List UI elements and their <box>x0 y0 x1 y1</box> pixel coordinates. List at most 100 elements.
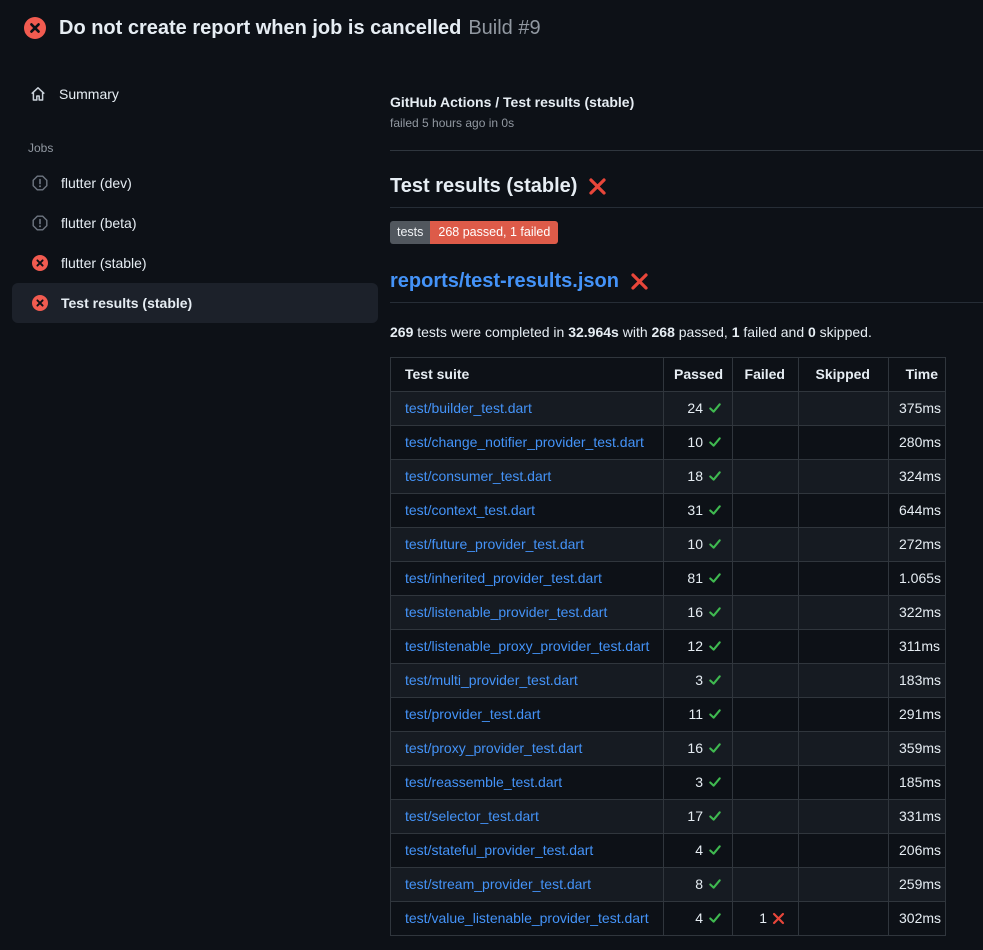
passed-value: 10 <box>687 536 703 552</box>
time-value: 1.065s <box>899 570 941 586</box>
col-header-failed: Failed <box>733 357 799 391</box>
results-table: Test suite Passed Failed Skipped Time te… <box>390 357 946 936</box>
table-row: test/listenable_proxy_provider_test.dart… <box>391 629 946 663</box>
test-suite-link[interactable]: test/inherited_provider_test.dart <box>405 570 602 586</box>
skipped-count: 0 <box>808 324 816 340</box>
passed-value: 18 <box>687 468 703 484</box>
section-heading: Test results (stable) <box>390 175 983 208</box>
run-failed-icon <box>24 17 46 39</box>
build-number: Build #9 <box>468 17 540 40</box>
passed-value: 4 <box>695 910 703 926</box>
table-row: test/stream_provider_test.dart 8 259ms <box>391 867 946 901</box>
time-value: 322ms <box>899 604 941 620</box>
test-suite-link[interactable]: test/context_test.dart <box>405 502 535 518</box>
report-link[interactable]: reports/test-results.json <box>390 270 619 293</box>
section-title: Test results (stable) <box>390 175 577 198</box>
test-suite-link[interactable]: test/listenable_proxy_provider_test.dart <box>405 638 649 654</box>
table-row: test/future_provider_test.dart 10 272ms <box>391 527 946 561</box>
test-suite-link[interactable]: test/consumer_test.dart <box>405 468 551 484</box>
test-suite-link[interactable]: test/selector_test.dart <box>405 808 539 824</box>
table-row: test/inherited_provider_test.dart 81 1.0… <box>391 561 946 595</box>
check-icon <box>708 469 722 483</box>
test-suite-link[interactable]: test/reassemble_test.dart <box>405 774 562 790</box>
sidebar-item-flutter-beta[interactable]: flutter (beta) <box>12 203 378 243</box>
sidebar-item-flutter-dev[interactable]: flutter (dev) <box>12 163 378 203</box>
table-row: test/selector_test.dart 17 331ms <box>391 799 946 833</box>
summary-label: Summary <box>59 86 119 102</box>
check-icon <box>708 911 722 925</box>
check-icon <box>708 639 722 653</box>
passed-count: 268 <box>652 324 675 340</box>
test-suite-link[interactable]: test/value_listenable_provider_test.dart <box>405 910 649 926</box>
check-icon <box>708 707 722 721</box>
time-value: 644ms <box>899 502 941 518</box>
table-row: test/reassemble_test.dart 3 185ms <box>391 765 946 799</box>
tests-badge: tests 268 passed, 1 failed <box>390 221 558 244</box>
test-suite-link[interactable]: test/provider_test.dart <box>405 706 540 722</box>
time-value: 375ms <box>899 400 941 416</box>
job-label: flutter (dev) <box>61 175 132 191</box>
check-run-content: GitHub Actions / Test results (stable) f… <box>390 56 983 936</box>
passed-value: 10 <box>687 434 703 450</box>
sidebar-item-test-results-stable[interactable]: Test results (stable) <box>12 283 378 323</box>
table-header-row: Test suite Passed Failed Skipped Time <box>391 357 946 391</box>
job-label: Test results (stable) <box>61 295 192 311</box>
breadcrumb: GitHub Actions / Test results (stable) <box>390 94 983 110</box>
passed-value: 8 <box>695 876 703 892</box>
col-header-test-suite: Test suite <box>391 357 664 391</box>
duration: 32.964s <box>568 324 619 340</box>
cancelled-icon <box>32 215 48 231</box>
test-suite-link[interactable]: test/proxy_provider_test.dart <box>405 740 582 756</box>
run-header: Do not create report when job is cancell… <box>0 0 983 56</box>
passed-value: 17 <box>687 808 703 824</box>
sidebar: Summary Jobs flutter (dev) flutter (beta… <box>0 56 390 323</box>
passed-value: 11 <box>688 706 703 722</box>
sidebar-item-flutter-stable[interactable]: flutter (stable) <box>12 243 378 283</box>
summary-text: 269 tests were completed in 32.964s with… <box>390 324 983 340</box>
col-header-time: Time <box>889 357 946 391</box>
table-row: test/context_test.dart 31 644ms <box>391 493 946 527</box>
table-row: test/consumer_test.dart 18 324ms <box>391 459 946 493</box>
check-icon <box>708 605 722 619</box>
cancelled-icon <box>32 175 48 191</box>
sidebar-item-summary[interactable]: Summary <box>0 81 390 107</box>
header-divider <box>390 150 983 151</box>
status-line: failed 5 hours ago in 0s <box>390 116 983 130</box>
test-suite-link[interactable]: test/multi_provider_test.dart <box>405 672 578 688</box>
test-suite-link[interactable]: test/change_notifier_provider_test.dart <box>405 434 644 450</box>
table-row: test/change_notifier_provider_test.dart … <box>391 425 946 459</box>
time-value: 302ms <box>899 910 941 926</box>
time-value: 291ms <box>899 706 941 722</box>
jobs-list: flutter (dev) flutter (beta) flutter (st… <box>0 163 390 323</box>
check-icon <box>708 775 722 789</box>
time-value: 311ms <box>899 638 940 654</box>
test-suite-link[interactable]: test/stream_provider_test.dart <box>405 876 591 892</box>
col-header-skipped: Skipped <box>799 357 889 391</box>
check-icon <box>708 877 722 891</box>
total-count: 269 <box>390 324 413 340</box>
passed-value: 4 <box>695 842 703 858</box>
test-suite-link[interactable]: test/builder_test.dart <box>405 400 532 416</box>
test-suite-link[interactable]: test/future_provider_test.dart <box>405 536 584 552</box>
time-value: 331ms <box>899 808 941 824</box>
col-header-passed: Passed <box>664 357 733 391</box>
passed-value: 3 <box>695 672 703 688</box>
test-suite-link[interactable]: test/listenable_provider_test.dart <box>405 604 607 620</box>
failed-icon <box>32 295 48 311</box>
failed-icon <box>32 255 48 271</box>
jobs-section-label: Jobs <box>0 141 390 157</box>
check-icon <box>708 537 722 551</box>
table-row: test/provider_test.dart 11 291ms <box>391 697 946 731</box>
test-suite-link[interactable]: test/stateful_provider_test.dart <box>405 842 593 858</box>
x-icon <box>772 912 785 925</box>
report-heading: reports/test-results.json <box>390 270 983 303</box>
passed-value: 24 <box>687 400 703 416</box>
time-value: 272ms <box>899 536 941 552</box>
passed-value: 16 <box>687 604 703 620</box>
check-icon <box>708 435 722 449</box>
check-icon <box>708 741 722 755</box>
passed-value: 16 <box>687 740 703 756</box>
check-icon <box>708 809 722 823</box>
check-icon <box>708 571 722 585</box>
home-icon <box>30 86 46 102</box>
